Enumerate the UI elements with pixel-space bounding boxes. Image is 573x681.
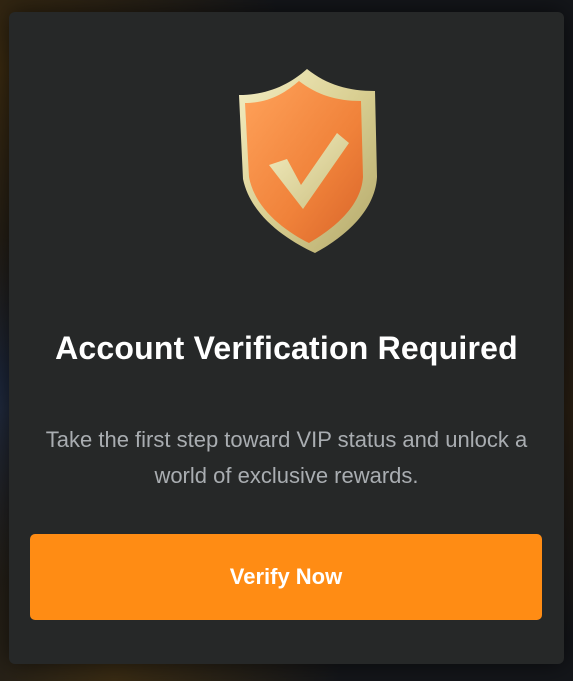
verification-modal: Account Verification Required Take the f… (9, 12, 564, 664)
shield-check-icon (229, 67, 379, 257)
modal-description: Take the first step toward VIP status an… (45, 427, 528, 488)
verify-now-button[interactable]: Verify Now (30, 534, 542, 620)
modal-title: Account Verification Required (55, 330, 518, 366)
